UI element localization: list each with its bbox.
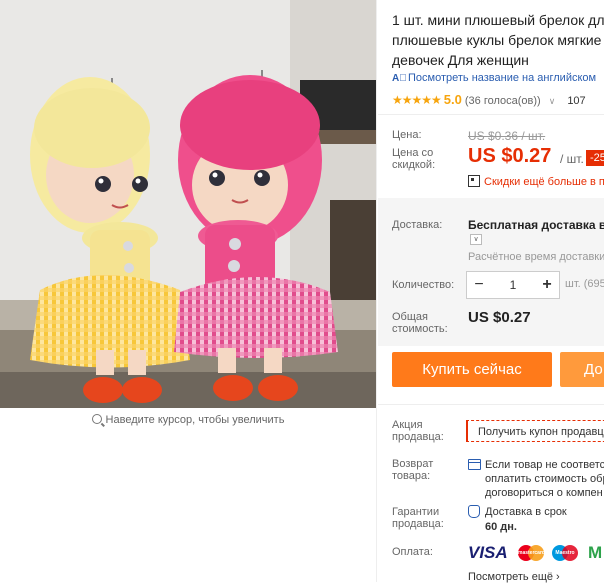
quantity-input[interactable]: 1 bbox=[493, 272, 533, 298]
mir-logo-icon: М bbox=[588, 543, 603, 562]
quantity-decrease-button[interactable]: − bbox=[467, 272, 491, 298]
guarantee-info: Доставка в срок 60 дн. bbox=[485, 505, 567, 535]
zoom-hint: Наведите курсор, чтобы увеличить bbox=[0, 414, 376, 426]
return-policy: Если товар не соответст оплатить стоимос… bbox=[485, 458, 604, 500]
add-to-cart-button[interactable]: До bbox=[560, 352, 604, 387]
mastercard-text: mastercard bbox=[518, 550, 545, 556]
promo-label: Акция продавца: bbox=[392, 419, 444, 443]
current-price: US $0.27 bbox=[468, 145, 552, 167]
product-image[interactable] bbox=[0, 0, 376, 408]
app-discount-text: Скидки ещё больше в п bbox=[484, 176, 604, 188]
title-line: девочек Для женщин bbox=[392, 52, 529, 68]
price-unit: / шт. bbox=[560, 152, 584, 166]
shipping-label: Доставка: bbox=[392, 219, 443, 231]
quantity-available: шт. (695 bbox=[565, 278, 604, 290]
guarantee-line: Доставка в срок bbox=[485, 506, 567, 518]
rating-row: ★★★★★ 5.0 (36 голоса(ов)) ∨ 107 bbox=[392, 92, 604, 107]
shield-icon bbox=[468, 505, 480, 518]
app-discount-link[interactable]: Скидки ещё больше в п bbox=[468, 175, 604, 188]
divider bbox=[376, 0, 377, 582]
total-label: Общая стоимость: bbox=[392, 311, 448, 335]
orders-count: 107 bbox=[567, 95, 586, 107]
maestro-text: Maestro bbox=[555, 550, 575, 556]
mastercard-logo-icon: mastercard bbox=[518, 545, 545, 561]
rating-score: 5.0 bbox=[443, 92, 462, 107]
return-line: Если товар не соответст bbox=[485, 459, 604, 471]
guarantee-days: 60 дн. bbox=[485, 521, 517, 533]
return-line: оплатить стоимость обр bbox=[485, 473, 604, 485]
rating-votes[interactable]: (36 голоса(ов)) bbox=[465, 95, 541, 107]
translate-icon: A⃝ bbox=[392, 73, 407, 84]
qr-code-icon bbox=[468, 175, 480, 187]
original-price: US $0.36 / шт. bbox=[468, 129, 546, 143]
see-more-link[interactable]: Посмотреть ещё › bbox=[468, 571, 560, 583]
get-coupon-button[interactable]: Получить купон продавц bbox=[466, 420, 604, 442]
chevron-down-icon[interactable]: ∨ bbox=[549, 96, 556, 106]
separator bbox=[378, 404, 604, 405]
total-price: US $0.27 bbox=[468, 309, 531, 326]
shipping-time: Расчётное время доставки bbox=[468, 251, 604, 263]
return-card-icon bbox=[468, 459, 481, 470]
shipping-dropdown-chevron-icon[interactable]: ∨ bbox=[470, 234, 482, 245]
return-line: договориться о компен bbox=[485, 487, 603, 499]
dolls-photo bbox=[0, 0, 376, 408]
quantity-increase-button[interactable]: + bbox=[535, 272, 559, 298]
star-rating-icon: ★★★★★ bbox=[392, 93, 442, 107]
quantity-stepper[interactable]: − 1 + bbox=[466, 271, 560, 299]
discount-badge: -25 bbox=[586, 150, 604, 166]
zoom-hint-text: Наведите курсор, чтобы увеличить bbox=[105, 414, 285, 426]
title-line: плюшевые куклы брелок мягкие б bbox=[392, 32, 604, 48]
separator bbox=[378, 114, 604, 115]
guarantee-label: Гарантии продавца: bbox=[392, 506, 444, 530]
shipping-option: Бесплатная доставка в Ru bbox=[468, 218, 604, 232]
magnifier-icon bbox=[91, 414, 102, 424]
payment-label: Оплата: bbox=[392, 546, 433, 558]
discount-price-label: Цена со скидкой: bbox=[392, 147, 436, 171]
return-label: Возврат товара: bbox=[392, 458, 434, 482]
title-line: 1 шт. мини плюшевый брелок для bbox=[392, 12, 604, 28]
product-title: 1 шт. мини плюшевый брелок для плюшевые … bbox=[392, 10, 604, 70]
price-label: Цена: bbox=[392, 129, 422, 141]
translate-link[interactable]: A⃝Посмотреть название на английском bbox=[392, 72, 604, 85]
maestro-logo-icon: Maestro bbox=[552, 545, 578, 561]
quantity-label: Количество: bbox=[392, 279, 455, 291]
visa-logo-icon: VISA bbox=[468, 543, 508, 562]
translate-link-text: Посмотреть название на английском bbox=[408, 72, 597, 84]
buy-now-button[interactable]: Купить сейчас bbox=[392, 352, 552, 387]
